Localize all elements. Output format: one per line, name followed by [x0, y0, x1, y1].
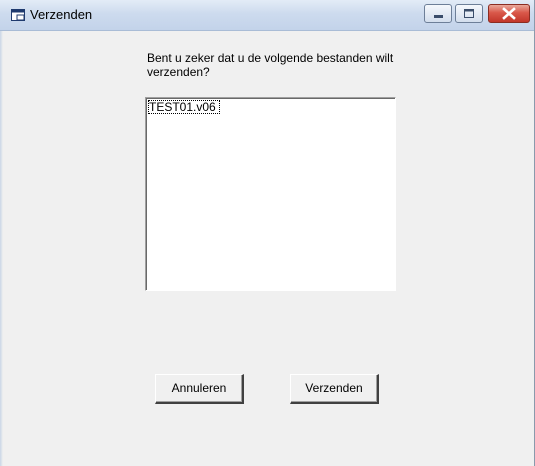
close-icon: [502, 7, 516, 20]
app-window-icon: [11, 9, 25, 21]
window-border: [0, 31, 3, 466]
minimize-button[interactable]: [424, 4, 452, 23]
title-bar[interactable]: Verzenden: [0, 0, 534, 31]
maximize-button[interactable]: [455, 4, 483, 23]
dialog-window: Verzenden Bent u zeker dat u de volgende…: [0, 0, 535, 466]
minimize-icon: [434, 15, 443, 18]
close-button[interactable]: [488, 4, 530, 23]
window-title: Verzenden: [30, 7, 93, 22]
cancel-button[interactable]: Annuleren: [155, 374, 244, 404]
list-item[interactable]: TEST01.v06: [148, 100, 220, 114]
file-listbox[interactable]: TEST01.v06: [145, 97, 396, 291]
file-name: TEST01.v06: [149, 100, 216, 114]
maximize-icon: [464, 9, 474, 18]
send-button[interactable]: Verzenden: [290, 374, 379, 404]
confirmation-message: Bent u zeker dat u de volgende bestanden…: [147, 51, 394, 79]
